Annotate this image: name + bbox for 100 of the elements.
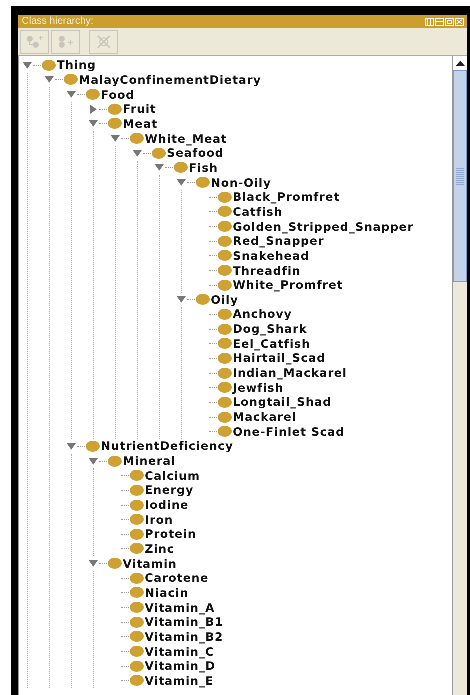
- class-icon: [130, 514, 144, 526]
- class-icon: [130, 616, 144, 628]
- class-icon: [130, 587, 144, 598]
- class-node[interactable]: Niacin: [145, 586, 189, 600]
- class-icon: [174, 162, 188, 174]
- collapse-toggle-icon[interactable]: [67, 442, 76, 451]
- class-node[interactable]: Eel_Catfish: [233, 336, 311, 351]
- class-icon: [218, 426, 232, 438]
- class-icon: [130, 646, 144, 658]
- collapse-toggle-icon[interactable]: [89, 456, 98, 466]
- class-icon: [218, 412, 232, 423]
- class-node[interactable]: Vitamin_B2: [145, 630, 224, 644]
- class-node[interactable]: Golden_Stripped_Snapper: [233, 220, 414, 234]
- class-icon: [218, 265, 232, 276]
- scroll-up-arrow-icon[interactable]: [456, 60, 464, 66]
- crossed-node-icon: [94, 34, 112, 48]
- class-icon: [108, 558, 122, 570]
- class-node[interactable]: MalayConfinementDietary: [79, 72, 262, 87]
- class-node[interactable]: Vitamin: [123, 556, 178, 571]
- class-icon: [130, 484, 144, 496]
- class-icon: [130, 133, 144, 144]
- class-node[interactable]: One-Finlet Scad: [233, 424, 345, 439]
- minimize-icon[interactable]: [435, 18, 444, 26]
- collapse-toggle-icon[interactable]: [89, 119, 98, 128]
- class-icon: [130, 500, 144, 511]
- class-icon: [196, 177, 210, 188]
- class-node[interactable]: Food: [101, 88, 135, 102]
- class-icon: [218, 324, 232, 335]
- collapse-toggle-icon[interactable]: [133, 148, 142, 158]
- class-node[interactable]: Fruit: [123, 102, 156, 116]
- class-node[interactable]: Hairtail_Scad: [233, 351, 326, 366]
- class-node[interactable]: Vitamin_C: [145, 644, 215, 659]
- class-icon: [218, 206, 232, 218]
- class-icon: [218, 382, 232, 394]
- expand-toggle-icon[interactable]: [89, 104, 98, 114]
- class-icon: [218, 236, 232, 247]
- class-node[interactable]: Vitamin_A: [145, 600, 216, 615]
- class-node[interactable]: White_Promfret: [233, 278, 344, 292]
- split-view-icon[interactable]: [425, 18, 434, 26]
- class-node[interactable]: Mackarel: [233, 410, 297, 424]
- class-icon: [218, 192, 232, 203]
- class-icon: [218, 338, 232, 350]
- class-icon: [130, 675, 144, 686]
- class-node[interactable]: Zinc: [145, 542, 175, 556]
- maximize-icon[interactable]: [445, 18, 454, 26]
- collapse-toggle-icon[interactable]: [111, 134, 120, 144]
- class-node[interactable]: Vitamin_B1: [145, 615, 224, 630]
- collapse-toggle-icon[interactable]: [23, 60, 32, 70]
- class-icon: [86, 440, 100, 452]
- class-node[interactable]: Energy: [145, 483, 194, 498]
- class-node[interactable]: Vitamin_D: [145, 659, 216, 674]
- class-icon: [152, 148, 166, 159]
- class-node[interactable]: Snakehead: [233, 248, 310, 263]
- class-node[interactable]: NutrientDeficiency: [101, 439, 234, 454]
- class-node[interactable]: Oily: [211, 292, 239, 307]
- collapse-toggle-icon[interactable]: [67, 90, 76, 100]
- class-icon: [130, 470, 144, 482]
- class-node[interactable]: Indian_Mackarel: [233, 366, 348, 380]
- class-icon: [218, 368, 232, 379]
- class-node[interactable]: Thing: [57, 58, 96, 72]
- class-icon: [218, 250, 232, 262]
- class-node[interactable]: Threadfin: [233, 264, 302, 278]
- collapse-toggle-icon[interactable]: [177, 295, 186, 304]
- class-node[interactable]: Jewfish: [233, 380, 284, 395]
- collapse-toggle-icon[interactable]: [89, 559, 98, 568]
- class-icon: [218, 221, 232, 232]
- collapse-toggle-icon[interactable]: [155, 163, 164, 172]
- class-node[interactable]: Protein: [145, 527, 197, 542]
- class-icon: [130, 543, 144, 554]
- class-node[interactable]: Seafood: [167, 146, 224, 160]
- class-node[interactable]: Longtail_Shad: [233, 395, 332, 410]
- class-icon: [108, 104, 122, 115]
- class-icon: [108, 456, 122, 467]
- class-node[interactable]: Fish: [189, 160, 218, 175]
- class-node[interactable]: Catfish: [233, 204, 283, 219]
- class-icon: [64, 74, 78, 86]
- class-icon: [218, 396, 232, 408]
- class-node[interactable]: Carotene: [145, 571, 209, 586]
- class-node[interactable]: White_Meat: [145, 132, 228, 146]
- class-node[interactable]: Meat: [123, 116, 158, 131]
- class-node[interactable]: Black_Promfret: [233, 190, 340, 204]
- class-node[interactable]: Vitamin_E: [145, 674, 214, 688]
- close-icon[interactable]: [455, 18, 464, 26]
- class-node[interactable]: Iron: [145, 512, 174, 527]
- class-icon: [86, 89, 100, 100]
- sibling-plus-icon: [56, 34, 74, 48]
- collapse-toggle-icon[interactable]: [45, 75, 54, 84]
- class-node[interactable]: Red_Snapper: [233, 234, 324, 248]
- collapse-toggle-icon[interactable]: [177, 178, 186, 188]
- panel-title: Class hierarchy:: [22, 16, 94, 27]
- class-icon: [218, 352, 232, 364]
- scrollbar[interactable]: [452, 56, 467, 695]
- class-node[interactable]: Calcium: [145, 468, 200, 483]
- scroll-grip-icon[interactable]: [456, 167, 464, 185]
- class-node[interactable]: Iodine: [145, 498, 189, 512]
- class-node[interactable]: Anchovy: [233, 307, 292, 322]
- class-node[interactable]: Non-Oily: [211, 176, 272, 190]
- subclass-plus-icon: [26, 34, 44, 48]
- class-node[interactable]: Dog_Shark: [233, 322, 308, 336]
- class-node[interactable]: Mineral: [123, 454, 176, 468]
